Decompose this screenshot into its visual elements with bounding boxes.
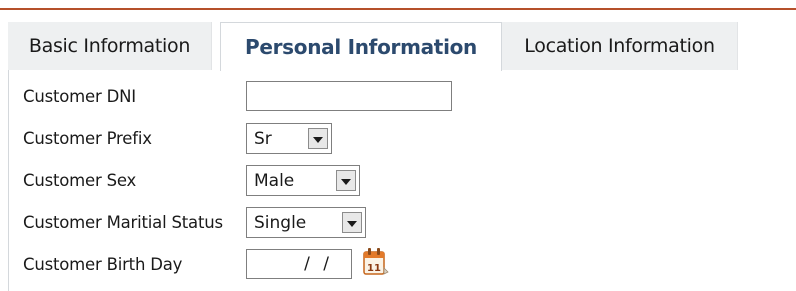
customer-birth-day-label: Customer Birth Day	[23, 254, 183, 274]
customer-prefix-select[interactable]: Sr	[246, 123, 332, 154]
chevron-down-icon[interactable]	[336, 170, 356, 191]
chevron-down-icon[interactable]	[308, 128, 328, 149]
tab-location-information-label: Location Information	[524, 35, 715, 57]
customer-sex-select[interactable]: Male	[246, 165, 360, 196]
customer-prefix-value: Sr	[254, 128, 272, 149]
tab-location-information[interactable]: Location Information	[502, 22, 738, 70]
tab-basic-information[interactable]: Basic Information	[8, 22, 212, 70]
customer-birth-day-row: Customer Birth Day / / 11	[9, 245, 789, 283]
tab-bar: Basic Information Personal Information L…	[8, 22, 738, 71]
customer-marital-status-label: Customer Maritial Status	[23, 212, 223, 232]
tab-basic-information-label: Basic Information	[28, 35, 191, 57]
customer-dni-row: Customer DNI	[9, 77, 789, 115]
chevron-down-icon[interactable]	[342, 212, 362, 233]
header-accent-rule	[0, 8, 796, 10]
customer-prefix-label: Customer Prefix	[23, 128, 152, 148]
birth-day-date-separators: / /	[304, 254, 333, 274]
customer-birth-day-input[interactable]: / /	[246, 249, 352, 279]
customer-marital-status-row: Customer Maritial Status Single	[9, 203, 789, 241]
tab-personal-information[interactable]: Personal Information	[220, 22, 502, 71]
tab-personal-information-label: Personal Information	[245, 35, 477, 59]
customer-sex-row: Customer Sex Male	[9, 161, 789, 199]
customer-dni-input[interactable]	[246, 81, 452, 111]
customer-sex-value: Male	[254, 170, 295, 191]
customer-dni-label: Customer DNI	[23, 86, 136, 106]
customer-marital-status-select[interactable]: Single	[246, 207, 366, 238]
customer-sex-label: Customer Sex	[23, 170, 137, 190]
customer-prefix-row: Customer Prefix Sr	[9, 119, 789, 157]
customer-marital-status-value: Single	[254, 212, 307, 233]
calendar-day-number: 11	[367, 263, 381, 274]
calendar-icon[interactable]: 11	[361, 246, 389, 278]
personal-information-panel: Customer DNI Customer Prefix Sr Customer…	[8, 70, 788, 291]
